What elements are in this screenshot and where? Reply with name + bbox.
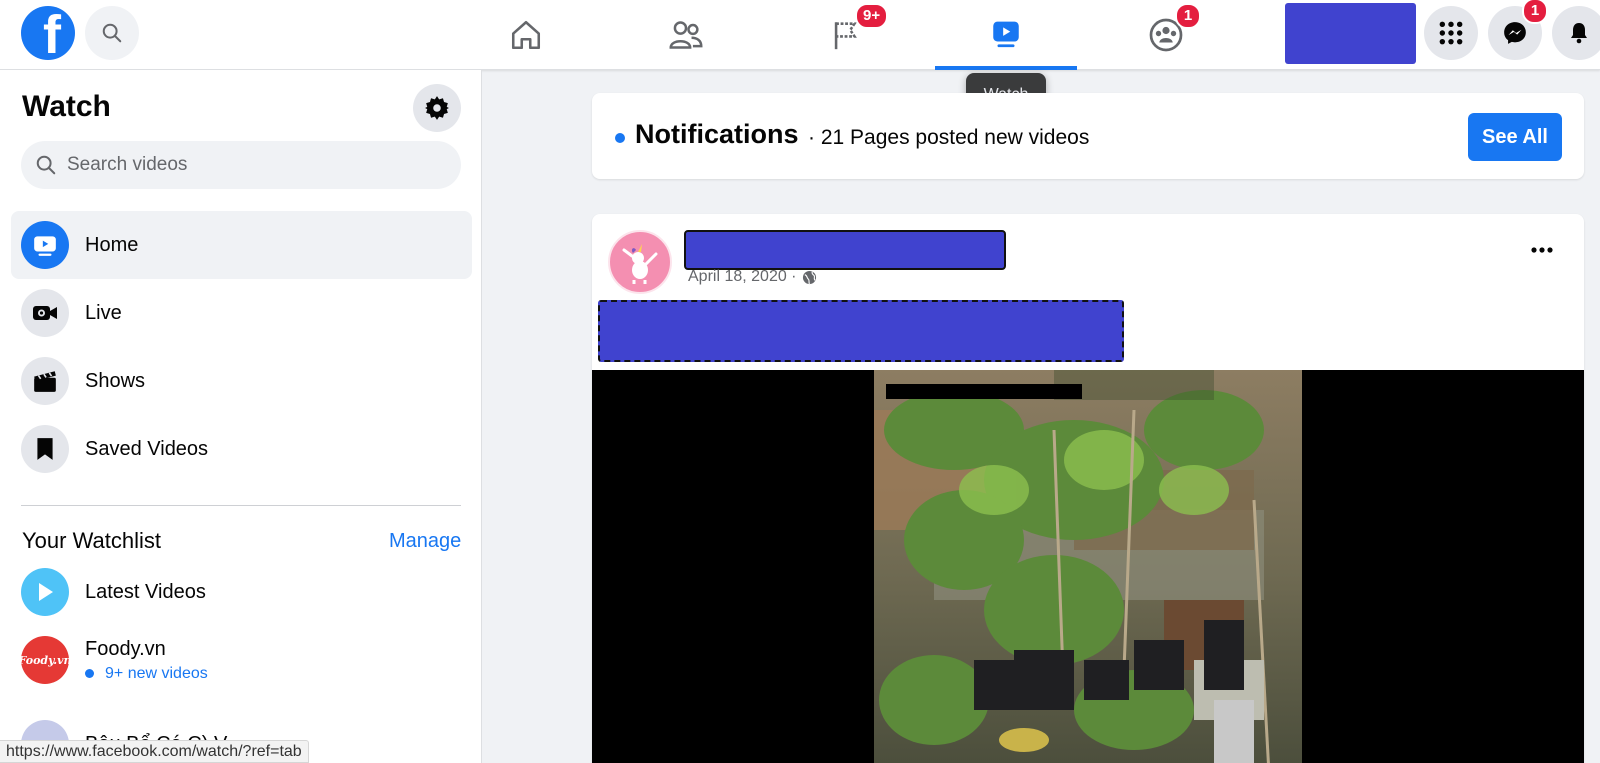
gear-icon xyxy=(425,96,449,120)
live-camera-icon xyxy=(21,289,69,337)
post-meta: April 18, 2020 · xyxy=(688,268,817,286)
watch-sidebar: Watch Home Live Shows Saved Videos Your … xyxy=(0,70,482,763)
watchlist-item-latest-videos[interactable]: Latest Videos xyxy=(21,568,206,616)
watchlist-item-name: Latest Videos xyxy=(85,580,206,603)
sidebar-item-shows[interactable]: Shows xyxy=(11,347,472,415)
sidebar-item-live[interactable]: Live xyxy=(11,279,472,347)
messenger-button[interactable]: 1 xyxy=(1488,0,1548,60)
notifications-card: Notifications · 21 Pages posted new vide… xyxy=(592,93,1584,179)
globe-icon xyxy=(802,270,816,284)
watchlist-item-foody[interactable]: Foody.vn Foody.vn 9+ new videos xyxy=(21,636,208,684)
sidebar-item-label: Live xyxy=(85,301,122,324)
new-videos-count: 9+ new videos xyxy=(105,664,208,682)
video-player[interactable] xyxy=(592,370,1584,763)
unread-dot xyxy=(85,669,94,678)
redacted-caption xyxy=(886,384,1082,399)
bookmark-icon xyxy=(21,425,69,473)
home-icon xyxy=(511,20,541,50)
bell-icon xyxy=(1571,23,1587,44)
search-icon xyxy=(102,23,122,43)
notifications-subtitle: · 21 Pages posted new videos xyxy=(808,126,1090,149)
page-avatar[interactable] xyxy=(608,230,672,294)
nav-tab-friends[interactable] xyxy=(615,0,757,70)
more-options-button[interactable] xyxy=(1522,230,1562,270)
new-videos-indicator: 9+ new videos xyxy=(85,665,208,683)
nav-tab-home[interactable] xyxy=(455,0,597,70)
more-dots-icon xyxy=(1531,247,1553,253)
video-post-card: April 18, 2020 · xyxy=(592,214,1584,763)
search-videos-input[interactable] xyxy=(67,154,447,176)
nav-tab-groups[interactable]: 1 xyxy=(1095,0,1237,70)
top-navigation-bar: f 9+ 1 1 xyxy=(0,0,1600,70)
menu-button[interactable] xyxy=(1424,6,1478,60)
play-icon xyxy=(21,568,69,616)
foody-avatar: Foody.vn xyxy=(21,636,69,684)
see-all-button[interactable]: See All xyxy=(1468,113,1562,161)
notifications-button[interactable] xyxy=(1552,6,1600,60)
post-date: April 18, 2020 · xyxy=(688,268,797,285)
manage-watchlist-link[interactable]: Manage xyxy=(389,530,461,553)
search-videos-box[interactable] xyxy=(21,141,461,189)
facebook-logo[interactable]: f xyxy=(21,6,75,60)
watch-home-icon xyxy=(21,221,69,269)
watchlist-title: Your Watchlist xyxy=(22,528,161,553)
watchlist-item-name: Foody.vn xyxy=(85,637,166,660)
messenger-badge: 1 xyxy=(1522,0,1548,24)
pages-badge: 9+ xyxy=(855,3,889,29)
sidebar-divider xyxy=(21,505,461,506)
watch-settings-button[interactable] xyxy=(413,84,461,132)
clapperboard-icon xyxy=(21,357,69,405)
sidebar-item-label: Home xyxy=(85,233,139,256)
sidebar-item-saved-videos[interactable]: Saved Videos xyxy=(11,415,472,483)
notifications-title: Notifications xyxy=(635,119,799,149)
sidebar-item-label: Shows xyxy=(85,369,146,392)
search-icon xyxy=(36,155,56,175)
messenger-icon xyxy=(1504,22,1526,44)
sidebar-item-label: Saved Videos xyxy=(85,437,209,460)
foody-avatar-text: Foody.vn xyxy=(21,653,69,667)
notification-dot xyxy=(615,133,625,143)
sidebar-item-home[interactable]: Home xyxy=(11,211,472,279)
redacted-profile-area[interactable] xyxy=(1285,3,1416,64)
status-bar-url: https://www.facebook.com/watch/?ref=tab xyxy=(0,740,309,763)
nav-tab-watch[interactable] xyxy=(935,0,1077,70)
watch-icon xyxy=(993,21,1019,48)
unicorn-icon xyxy=(622,244,658,284)
redacted-post-text xyxy=(598,300,1124,362)
video-thumbnail xyxy=(874,370,1302,763)
search-button[interactable] xyxy=(85,6,139,60)
sidebar-title: Watch xyxy=(22,90,111,123)
redacted-page-name[interactable] xyxy=(684,230,1006,270)
groups-badge: 1 xyxy=(1175,3,1201,29)
friends-icon xyxy=(669,21,703,49)
grid-menu-icon xyxy=(1439,21,1463,45)
video-frame xyxy=(874,370,1302,763)
nav-tab-pages[interactable]: 9+ xyxy=(775,0,917,70)
facebook-logo-letter: f xyxy=(43,6,61,60)
